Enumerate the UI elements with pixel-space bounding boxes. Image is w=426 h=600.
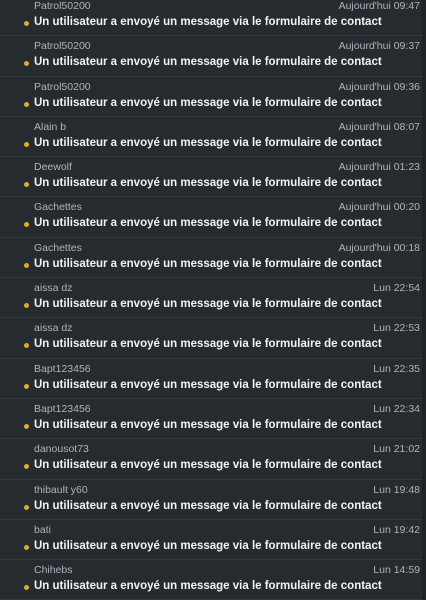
notification-list: Patrol50200 Aujourd'hui 09:47 Un utilisa…: [0, 0, 422, 600]
notification-item[interactable]: danousot73 Lun 21:02 Un utilisateur a en…: [0, 439, 422, 480]
notification-time: Lun 21:02: [373, 443, 420, 456]
notification-subject: Un utilisateur a envoyé un message via l…: [34, 16, 382, 28]
unread-dot-icon: [24, 222, 29, 228]
notification-time: Lun 19:48: [373, 483, 420, 496]
unread-dot-icon: [24, 182, 29, 188]
notification-subject: Un utilisateur a envoyé un message via l…: [34, 539, 382, 552]
notification-item[interactable]: Patrol50200 Aujourd'hui 09:47 Un utilisa…: [0, 0, 422, 37]
unread-dot-icon: [24, 383, 29, 389]
notification-time: Lun 22:53: [373, 322, 420, 335]
notification-item[interactable]: Gachettes Aujourd'hui 00:20 Un utilisate…: [0, 197, 422, 238]
notification-item[interactable]: thibault y60 Lun 19:48 Un utilisateur a …: [0, 480, 422, 520]
notification-time: Lun 22:34: [373, 402, 420, 415]
notification-item[interactable]: Patrol50200 Aujourd'hui 09:36 Un utilisa…: [0, 77, 422, 117]
unread-dot-icon: [24, 585, 29, 591]
notification-sender: Bapt123456: [34, 402, 91, 415]
notification-item[interactable]: aissa dz Lun 22:53 Un utilisateur a envo…: [0, 318, 422, 359]
scrollbar[interactable]: [422, 0, 426, 600]
notification-time: Lun 22:54: [373, 282, 420, 295]
notification-item[interactable]: Bapt123456 Lun 22:35 Un utilisateur a en…: [0, 359, 422, 399]
notification-subject: Un utilisateur a envoyé un message via l…: [34, 96, 382, 109]
notification-subject: Un utilisateur a envoyé un message via l…: [34, 580, 382, 593]
notification-time: Aujourd'hui 09:47: [338, 0, 420, 12]
notification-subject: Un utilisateur a envoyé un message via l…: [34, 378, 382, 391]
notification-subject: Un utilisateur a envoyé un message via l…: [34, 338, 382, 351]
notification-subject: Un utilisateur a envoyé un message via l…: [34, 499, 382, 512]
unread-dot-icon: [24, 504, 29, 510]
notification-item[interactable]: Deewolf Aujourd'hui 01:23 Un utilisateur…: [0, 157, 422, 198]
unread-dot-icon: [24, 101, 29, 107]
notification-subject: Un utilisateur a envoyé un message via l…: [34, 257, 382, 270]
unread-dot-icon: [24, 544, 29, 550]
notification-sender: thibault y60: [34, 483, 88, 496]
notification-sender: Deewolf: [34, 161, 72, 174]
notification-time: Lun 22:35: [373, 362, 420, 375]
notification-sender: bati: [34, 523, 51, 536]
notification-subject: Un utilisateur a envoyé un message via l…: [34, 136, 382, 149]
notification-item[interactable]: Chihebs Lun 14:59 Un utilisateur a envoy…: [0, 560, 422, 600]
unread-dot-icon: [24, 141, 29, 147]
notification-subject: Un utilisateur a envoyé un message via l…: [34, 459, 382, 472]
notification-time: Aujourd'hui 00:18: [338, 241, 420, 254]
notification-sender: Patrol50200: [34, 40, 91, 53]
unread-dot-icon: [24, 303, 29, 309]
notification-item[interactable]: Bapt123456 Lun 22:34 Un utilisateur a en…: [0, 399, 422, 440]
unread-dot-icon: [24, 262, 29, 268]
unread-dot-icon: [24, 423, 29, 429]
unread-dot-icon: [24, 464, 29, 470]
unread-dot-icon: [24, 343, 29, 349]
notification-sender: Patrol50200: [34, 80, 91, 93]
notification-item[interactable]: Patrol50200 Aujourd'hui 09:37 Un utilisa…: [0, 36, 422, 77]
notification-subject: Un utilisateur a envoyé un message via l…: [34, 418, 382, 431]
notification-item[interactable]: aissa dz Lun 22:54 Un utilisateur a envo…: [0, 278, 422, 319]
notification-time: Lun 14:59: [373, 564, 420, 577]
notification-item[interactable]: Gachettes Aujourd'hui 00:18 Un utilisate…: [0, 238, 422, 279]
unread-dot-icon: [24, 21, 29, 26]
unread-dot-icon: [24, 61, 29, 67]
notification-sender: aissa dz: [34, 322, 73, 335]
notification-sender: aissa dz: [34, 282, 73, 295]
notification-subject: Un utilisateur a envoyé un message via l…: [34, 217, 382, 230]
notification-time: Aujourd'hui 01:23: [338, 161, 420, 174]
notification-sender: Bapt123456: [34, 362, 91, 375]
notification-sender: danousot73: [34, 443, 89, 456]
notification-panel: Patrol50200 Aujourd'hui 09:47 Un utilisa…: [0, 0, 426, 600]
notification-sender: Patrol50200: [34, 0, 91, 12]
notification-sender: Alain b: [34, 120, 67, 133]
notification-time: Aujourd'hui 09:37: [338, 40, 420, 53]
notification-item[interactable]: Alain b Aujourd'hui 08:07 Un utilisateur…: [0, 117, 422, 158]
notification-sender: Gachettes: [34, 201, 82, 214]
notification-time: Aujourd'hui 08:07: [338, 120, 420, 133]
notification-time: Aujourd'hui 00:20: [338, 201, 420, 214]
notification-sender: Chihebs: [34, 564, 73, 577]
notification-subject: Un utilisateur a envoyé un message via l…: [34, 56, 382, 69]
notification-item[interactable]: bati Lun 19:42 Un utilisateur a envoyé u…: [0, 520, 422, 561]
notification-time: Lun 19:42: [373, 523, 420, 536]
notification-subject: Un utilisateur a envoyé un message via l…: [34, 298, 382, 311]
notification-time: Aujourd'hui 09:36: [338, 80, 420, 93]
notification-sender: Gachettes: [34, 241, 82, 254]
notification-subject: Un utilisateur a envoyé un message via l…: [34, 177, 382, 190]
